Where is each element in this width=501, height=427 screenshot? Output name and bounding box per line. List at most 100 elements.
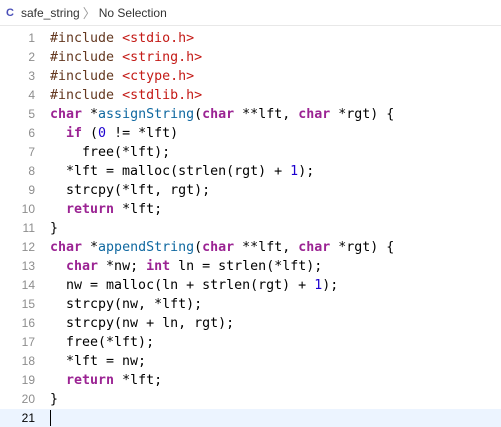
line-number: 3 [28,69,35,83]
code-token: ); [322,278,339,293]
code-line[interactable]: 3 #include <ctype.h> [0,67,501,86]
code-token: 0 [98,126,107,141]
code-editor[interactable]: 1 #include <stdio.h> 2 #include <string.h> 3… [0,29,501,427]
code-token: <stdio.h> [122,31,195,46]
code-token: nw = malloc(ln + strlen(rgt) + [50,278,315,293]
line-number: 8 [28,164,35,178]
line-number: 7 [28,145,35,159]
code-token: ln = strlen(*lft); [170,259,323,274]
line-number: 4 [28,88,35,102]
breadcrumb-file[interactable]: safe_string [21,6,80,20]
code-token: <ctype.h> [122,69,195,84]
code-text[interactable]: free(*lft); [50,143,170,162]
code-text[interactable]: *lft = malloc(strlen(rgt) + 1); [50,162,314,181]
code-line[interactable]: 2 #include <string.h> [0,48,501,67]
chevron-right-icon: 〉 [82,6,96,21]
code-token: char [298,107,331,122]
code-text[interactable]: if (0 != *lft) [50,124,178,143]
code-text[interactable]: *lft = nw; [50,352,146,371]
line-number: 10 [21,202,35,216]
line-number: 2 [28,50,35,64]
code-line[interactable]: 4 #include <stdlib.h> [0,86,501,105]
line-number: 5 [28,107,35,121]
code-token: != *lft) [106,126,179,141]
code-text[interactable]: nw = malloc(ln + strlen(rgt) + 1); [50,276,338,295]
breadcrumb-selection[interactable]: No Selection [99,6,167,20]
code-line[interactable]: 12 char *appendString(char **lft, char *r… [0,238,501,257]
code-token: ( [194,240,203,255]
code-line[interactable]: 5 char *assignString(char **lft, char *rg… [0,105,501,124]
code-token: 1 [314,278,323,293]
code-line[interactable]: 19 return *lft; [0,371,501,390]
line-number: 18 [21,354,35,368]
code-token: strcpy(*lft, rgt); [50,183,211,198]
code-token: ); [298,164,315,179]
line-number: 6 [28,126,35,140]
code-line[interactable]: 1 #include <stdio.h> [0,29,501,48]
c-file-icon: C [6,6,14,19]
code-token: strcpy(nw, *lft); [50,297,203,312]
code-token: #include [50,88,123,103]
code-token: appendString [98,240,195,255]
jump-bar: C safe_string 〉 No Selection [0,0,501,26]
code-line[interactable]: 6 if (0 != *lft) [0,124,501,143]
code-text[interactable]: #include <stdlib.h> [50,86,202,105]
code-text[interactable]: char *appendString(char **lft, char *rgt… [50,238,394,257]
code-line[interactable]: 16 strcpy(nw + ln, rgt); [0,314,501,333]
code-token: *rgt) { [330,107,395,122]
code-text[interactable]: } [50,390,58,409]
code-line[interactable]: 18 *lft = nw; [0,352,501,371]
code-text[interactable]: #include <ctype.h> [50,67,194,86]
code-token: **lft, [234,240,299,255]
code-token: #include [50,50,123,65]
code-token: *lft = nw; [50,354,147,369]
code-line[interactable]: 10 return *lft; [0,200,501,219]
code-token: } [50,221,59,236]
code-token: #include [50,69,123,84]
code-line[interactable]: 17 free(*lft); [0,333,501,352]
code-token: } [50,392,59,407]
code-text[interactable]: return *lft; [50,200,162,219]
code-line[interactable]: 11} [0,219,501,238]
code-line[interactable]: 7 free(*lft); [0,143,501,162]
code-line[interactable]: 20} [0,390,501,409]
code-line[interactable]: 9 strcpy(*lft, rgt); [0,181,501,200]
code-token: if [66,126,83,141]
code-token: char [50,240,83,255]
code-line[interactable]: 8 *lft = malloc(strlen(rgt) + 1); [0,162,501,181]
code-text[interactable]: return *lft; [50,371,162,390]
line-number: 15 [21,297,35,311]
line-number: 20 [21,392,35,406]
code-token: <stdlib.h> [122,88,203,103]
code-token: assignString [98,107,195,122]
code-line[interactable]: 14 nw = malloc(ln + strlen(rgt) + 1); [0,276,501,295]
code-text[interactable] [50,409,51,427]
code-line[interactable]: 21 [0,409,501,427]
code-text[interactable]: strcpy(nw, *lft); [50,295,202,314]
code-line[interactable]: 15 strcpy(nw, *lft); [0,295,501,314]
line-number: 1 [28,31,35,45]
code-text[interactable]: } [50,219,58,238]
line-number: 17 [21,335,35,349]
code-text[interactable]: strcpy(*lft, rgt); [50,181,210,200]
code-token: int [146,259,171,274]
code-token: return [66,373,115,388]
code-text[interactable]: strcpy(nw + ln, rgt); [50,314,234,333]
code-text[interactable]: char *assignString(char **lft, char *rgt… [50,105,394,124]
code-token: free(*lft); [50,145,171,160]
code-token: **lft, [234,107,299,122]
code-token: #include [50,31,123,46]
line-number: 14 [21,278,35,292]
line-number: 21 [21,411,35,425]
code-token: char [202,240,235,255]
code-text[interactable]: #include <stdio.h> [50,29,194,48]
code-text[interactable]: free(*lft); [50,333,154,352]
line-number: 9 [28,183,35,197]
text-cursor [50,410,51,426]
code-line[interactable]: 13 char *nw; int ln = strlen(*lft); [0,257,501,276]
code-text[interactable]: #include <string.h> [50,48,202,67]
code-text[interactable]: char *nw; int ln = strlen(*lft); [50,257,322,276]
